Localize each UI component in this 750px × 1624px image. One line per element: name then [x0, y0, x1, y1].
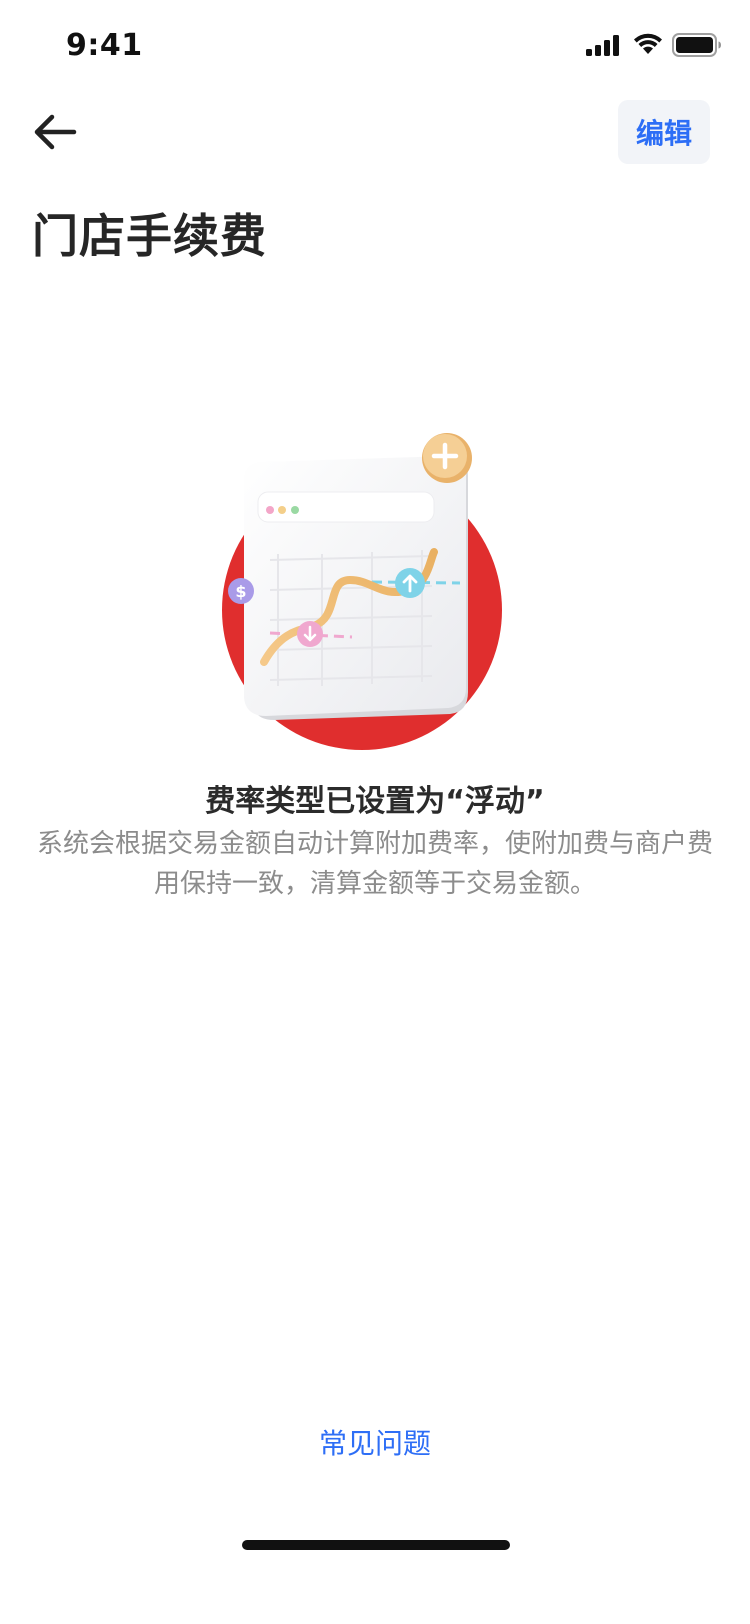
status-bar: 9:41 — [0, 0, 750, 92]
window-dot-green — [291, 506, 299, 514]
edit-button[interactable]: 编辑 — [618, 100, 710, 164]
floating-rate-chart-illustration: $ — [222, 433, 502, 750]
rate-type-title: 费率类型已设置为“浮动” — [205, 784, 545, 819]
home-indicator[interactable] — [242, 1540, 510, 1550]
status-time: 9:41 — [66, 28, 143, 63]
window-dot-yellow — [278, 506, 286, 514]
page-title: 门店手续费 — [32, 209, 267, 263]
cellular-signal-icon — [586, 35, 619, 56]
back-button[interactable] — [24, 102, 84, 162]
wifi-icon — [634, 33, 662, 54]
battery-icon — [672, 33, 721, 57]
window-dot-pink — [266, 506, 274, 514]
rate-type-description: 系统会根据交易金额自动计算附加费率，使附加费与商户费用保持一致，清算金额等于交易… — [36, 829, 713, 899]
faq-link[interactable]: 常见问题 — [0, 1422, 750, 1462]
svg-text:$: $ — [235, 582, 246, 601]
arrow-left-icon — [34, 114, 77, 150]
